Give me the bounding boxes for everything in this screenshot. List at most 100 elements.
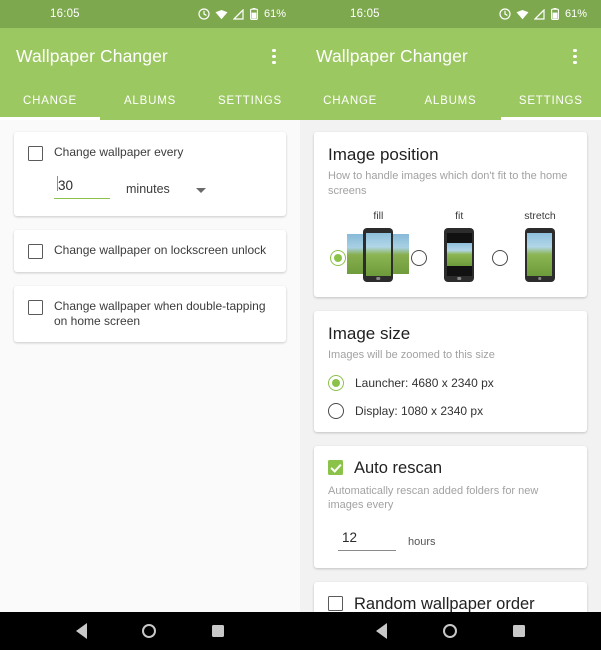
lockscreen-row[interactable]: Change wallpaper on lockscreen unlock [28,243,272,259]
display-label: Display: 1080 x 2340 px [355,403,484,418]
card-change-every: Change wallpaper every 30 minutes [14,132,286,216]
auto-rescan-title: Auto rescan [354,458,443,477]
image-size-option-launcher[interactable]: Launcher: 4680 x 2340 px [328,374,573,391]
double-tap-checkbox[interactable] [28,300,43,315]
nav-buttons-left [0,612,300,650]
tab-albums[interactable]: ALBUMS [100,85,200,120]
launcher-radio[interactable] [328,374,344,391]
dual-panel-container: 16:05 61% Wallpaper Changer CHANGE ALBUM… [0,0,601,612]
status-bar-left: 16:05 61% [0,0,300,28]
tab-settings[interactable]: SETTINGS [200,85,300,120]
overflow-menu-icon[interactable] [262,45,286,69]
battery-icon [551,8,559,20]
tab-change[interactable]: CHANGE [300,85,400,120]
phone-frame [524,228,555,282]
random-order-checkbox[interactable] [328,595,343,611]
battery-percent: 61% [564,8,587,20]
dot [573,61,577,65]
battery-icon [250,8,258,20]
app-bar-left: Wallpaper Changer [0,28,300,85]
right-phone-panel: 16:05 61% Wallpaper Changer CHANGE ALBUM… [300,0,601,612]
image-position-title: Image position [328,145,439,164]
tab-bar-left: CHANGE ALBUMS SETTINGS [0,85,300,120]
tab-settings[interactable]: SETTINGS [500,85,601,120]
battery-percent: 61% [263,8,286,20]
card-double-tap: Change wallpaper when double-tapping on … [14,286,286,342]
image-position-radio-fill[interactable] [330,250,346,266]
alarm-icon [198,8,210,20]
chevron-down-icon[interactable] [195,188,206,199]
card-lockscreen: Change wallpaper on lockscreen unlock [14,230,286,272]
rescan-interval-unit: hours [408,535,436,548]
status-time: 16:05 [50,8,80,20]
change-every-row[interactable]: Change wallpaper every [28,145,272,161]
app-screenshot: 16:05 61% Wallpaper Changer CHANGE ALBUM… [0,0,601,650]
random-order-row[interactable]: Random wallpaper order [328,594,573,613]
image-position-subtitle: How to handle images which don't fit to … [328,170,568,197]
random-order-label: Random wallpaper order [354,594,535,613]
double-tap-row[interactable]: Change wallpaper when double-tapping on … [28,299,272,329]
rescan-interval-input[interactable]: 12 [338,529,396,551]
image-position-thumb-fill[interactable]: fill [347,210,410,284]
nav-buttons-right [300,612,601,650]
launcher-label: Launcher: 4680 x 2340 px [355,375,494,390]
display-radio[interactable] [328,402,344,419]
dot [573,48,577,52]
tab-change[interactable]: CHANGE [0,85,100,120]
tab-albums[interactable]: ALBUMS [400,85,500,120]
phone-frame [444,228,475,282]
status-icon-group: 61% [499,8,587,20]
recents-icon[interactable] [212,625,225,637]
recents-icon[interactable] [513,625,525,637]
app-bar-right: Wallpaper Changer [300,28,601,85]
tab-bar-right: CHANGE ALBUMS SETTINGS [300,85,601,120]
card-image-position: Image position How to handle images whic… [314,132,587,297]
dot [272,48,276,52]
app-title: Wallpaper Changer [316,46,468,66]
card-random-order: Random wallpaper order [314,581,587,613]
back-icon[interactable] [376,623,387,639]
text-cursor [57,176,59,191]
status-time: 16:05 [350,8,380,20]
auto-rescan-checkbox[interactable] [328,459,343,475]
auto-rescan-subtitle: Automatically rescan added folders for n… [328,484,539,512]
fill-label: fill [373,210,384,222]
dot [573,54,577,59]
image-position-thumb-stretch[interactable]: stretch [509,210,571,284]
stretch-label: stretch [524,210,556,222]
fit-illustration [428,226,490,284]
change-every-checkbox[interactable] [28,146,43,161]
image-position-thumb-fit[interactable]: fit [428,210,490,284]
change-interval-input[interactable]: 30 [54,176,110,199]
back-icon[interactable] [75,623,87,639]
change-every-label: Change wallpaper every [54,145,184,159]
lockscreen-label: Change wallpaper on lockscreen unlock [54,243,267,257]
change-interval-unit: minutes [126,182,170,196]
double-tap-label: Change wallpaper when double-tapping on … [54,299,266,328]
left-phone-panel: 16:05 61% Wallpaper Changer CHANGE ALBUM… [0,0,300,612]
image-position-radio-fit[interactable] [410,250,427,266]
dot [272,61,276,65]
lockscreen-checkbox[interactable] [28,244,43,259]
letterboxed-image [446,242,472,267]
rescan-interval-value: 12 [342,529,358,545]
image-size-option-display[interactable]: Display: 1080 x 2340 px [328,402,573,419]
wifi-icon [516,9,529,19]
alarm-icon [499,8,511,20]
change-tab-content: Change wallpaper every 30 minutes Change… [0,120,300,612]
home-icon[interactable] [443,624,457,638]
home-icon[interactable] [142,624,157,638]
phone-screen [446,233,472,276]
overflow-menu-icon[interactable] [563,45,587,69]
status-icon-group: 61% [198,8,286,20]
fit-label: fit [455,210,464,222]
app-title: Wallpaper Changer [16,46,168,66]
rescan-interval-row: 12 hours [338,529,573,551]
fill-illustration [347,226,410,284]
phone-screen [365,233,391,276]
system-nav-bar [0,612,601,650]
card-auto-rescan: Auto rescan Automatically rescan added f… [314,445,587,568]
image-position-radio-stretch[interactable] [491,250,508,266]
auto-rescan-row[interactable]: Auto rescan [328,459,573,478]
image-size-title: Image size [328,324,411,343]
